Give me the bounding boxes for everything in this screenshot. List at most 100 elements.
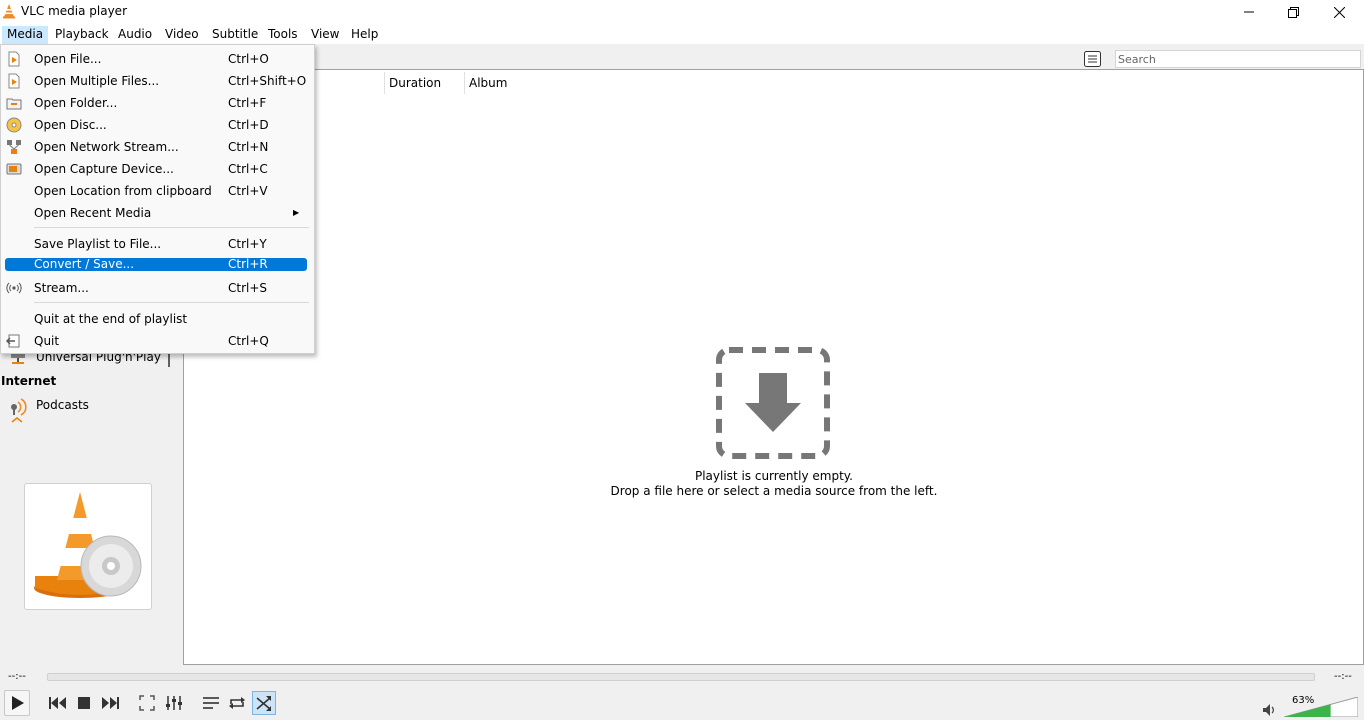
menu-item-open-capture-device[interactable]: Open Capture Device... Ctrl+C: [5, 161, 307, 177]
title-bar: VLC media player: [0, 0, 1364, 24]
previous-icon: [49, 697, 66, 709]
fullscreen-icon: [139, 695, 155, 711]
close-icon: [1333, 6, 1345, 18]
capture-device-icon: [6, 163, 22, 175]
fullscreen-button[interactable]: [135, 691, 159, 715]
open-file-icon: [8, 51, 20, 67]
folder-icon: [6, 98, 22, 110]
menu-item-label: Save Playlist to File...: [34, 237, 162, 251]
menu-item-shortcut: Ctrl+V: [228, 184, 268, 198]
menu-separator: [34, 302, 309, 303]
stream-icon: [6, 282, 22, 294]
seek-slider[interactable]: [47, 673, 1315, 681]
sidebar-item-podcasts[interactable]: Podcasts: [36, 398, 89, 412]
equalizer-icon: [166, 696, 182, 710]
menu-video[interactable]: Video: [160, 26, 204, 44]
next-button[interactable]: [98, 691, 122, 715]
podcast-icon: [11, 398, 27, 416]
loop-button[interactable]: [225, 691, 249, 715]
volume-icon[interactable]: [1262, 703, 1278, 717]
chevron-up-icon[interactable]: [10, 414, 24, 424]
restore-button[interactable]: [1270, 0, 1316, 24]
shuffle-icon: [256, 696, 271, 711]
play-icon: [12, 696, 24, 710]
menu-item-open-recent-media[interactable]: Open Recent Media ▶: [5, 205, 307, 221]
volume-slider[interactable]: [1284, 697, 1358, 717]
menu-item-shortcut: Ctrl+C: [228, 162, 268, 176]
minimize-icon: [1244, 11, 1254, 13]
quit-icon: [6, 334, 20, 348]
media-menu: Open File... Ctrl+O Open Multiple Files.…: [0, 44, 315, 354]
drop-file-icon: [716, 347, 830, 459]
network-icon: [7, 140, 21, 154]
menu-tools[interactable]: Tools: [263, 26, 303, 44]
menu-item-label: Convert / Save...: [34, 257, 135, 271]
menu-item-label: Open Recent Media: [34, 206, 152, 220]
menu-item-save-playlist[interactable]: Save Playlist to File... Ctrl+Y: [5, 236, 307, 252]
previous-button[interactable]: [46, 691, 70, 715]
menu-item-label: Quit: [34, 334, 60, 348]
menu-item-label: Open File...: [34, 52, 102, 66]
menu-item-label: Open Folder...: [34, 96, 118, 110]
menu-media[interactable]: Media: [2, 26, 49, 44]
loop-icon: [229, 697, 245, 709]
menu-item-open-network-stream[interactable]: Open Network Stream... Ctrl+N: [5, 139, 307, 155]
menu-item-label: Open Location from clipboard: [34, 184, 212, 198]
menu-item-open-folder[interactable]: Open Folder... Ctrl+F: [5, 95, 307, 111]
vlc-cone-disc-icon: [34, 492, 142, 598]
window-title: VLC media player: [21, 4, 128, 18]
playlist-icon: [203, 697, 219, 709]
search-input[interactable]: [1115, 50, 1361, 68]
menu-item-shortcut: Ctrl+N: [228, 140, 269, 154]
close-button[interactable]: [1316, 0, 1362, 24]
empty-playlist-hint: Drop a file here or select a media sourc…: [610, 484, 938, 498]
next-icon: [102, 697, 119, 709]
stop-button[interactable]: [72, 691, 96, 715]
menu-item-label: Quit at the end of playlist: [34, 312, 188, 326]
menu-audio[interactable]: Audio: [113, 26, 157, 44]
vlc-cone-icon: [3, 4, 15, 19]
menu-item-quit-end-playlist[interactable]: Quit at the end of playlist: [5, 311, 307, 327]
extended-settings-button[interactable]: [162, 691, 186, 715]
menu-item-open-disc[interactable]: Open Disc... Ctrl+D: [5, 117, 307, 133]
menu-item-shortcut: Ctrl+F: [228, 96, 267, 110]
elapsed-time: --:--: [8, 671, 26, 682]
playlist-view-icon[interactable]: [1084, 51, 1101, 67]
restore-icon: [1287, 6, 1299, 18]
minimize-button[interactable]: [1226, 0, 1272, 24]
menu-item-shortcut: Ctrl+Y: [228, 237, 267, 251]
menu-item-open-file[interactable]: Open File... Ctrl+O: [5, 51, 307, 67]
menu-item-open-multiple-files[interactable]: Open Multiple Files... Ctrl+Shift+O: [5, 73, 307, 89]
menu-item-shortcut: Ctrl+O: [228, 52, 269, 66]
menu-item-quit[interactable]: Quit Ctrl+Q: [5, 333, 307, 349]
menu-separator: [34, 227, 309, 228]
column-header-album[interactable]: Album: [464, 72, 584, 94]
disc-icon: [6, 117, 22, 133]
menu-view[interactable]: View: [306, 26, 344, 44]
menu-item-shortcut: Ctrl+D: [228, 118, 269, 132]
random-button[interactable]: [252, 691, 276, 715]
menu-playback[interactable]: Playback: [50, 26, 114, 44]
menu-bar: Media Playback Audio Video Subtitle Tool…: [0, 24, 1364, 44]
sidebar-heading-internet: Internet: [1, 374, 57, 388]
menu-item-convert-save[interactable]: Convert / Save... Ctrl+R: [5, 258, 307, 271]
menu-item-label: Open Capture Device...: [34, 162, 174, 176]
menu-item-label: Stream...: [34, 281, 89, 295]
menu-item-shortcut: Ctrl+S: [228, 281, 268, 295]
column-header-duration[interactable]: Duration: [384, 72, 464, 94]
playlist-button[interactable]: [199, 691, 223, 715]
menu-subtitle[interactable]: Subtitle: [207, 26, 263, 44]
play-button[interactable]: [4, 690, 30, 716]
menu-item-shortcut: Ctrl+R: [228, 257, 268, 271]
menu-item-stream[interactable]: Stream... Ctrl+S: [5, 280, 307, 296]
empty-playlist-message: Playlist is currently empty.: [694, 469, 853, 483]
open-multiple-icon: [8, 73, 20, 89]
menu-item-shortcut: Ctrl+Q: [228, 334, 269, 348]
stop-icon: [78, 697, 90, 709]
menu-item-label: Open Network Stream...: [34, 140, 179, 154]
submenu-arrow-icon: ▶: [293, 208, 300, 217]
menu-item-shortcut: Ctrl+Shift+O: [228, 74, 307, 88]
menu-item-open-location-clipboard[interactable]: Open Location from clipboard Ctrl+V: [5, 183, 307, 199]
menu-item-label: Open Multiple Files...: [34, 74, 160, 88]
menu-help[interactable]: Help: [346, 26, 383, 44]
